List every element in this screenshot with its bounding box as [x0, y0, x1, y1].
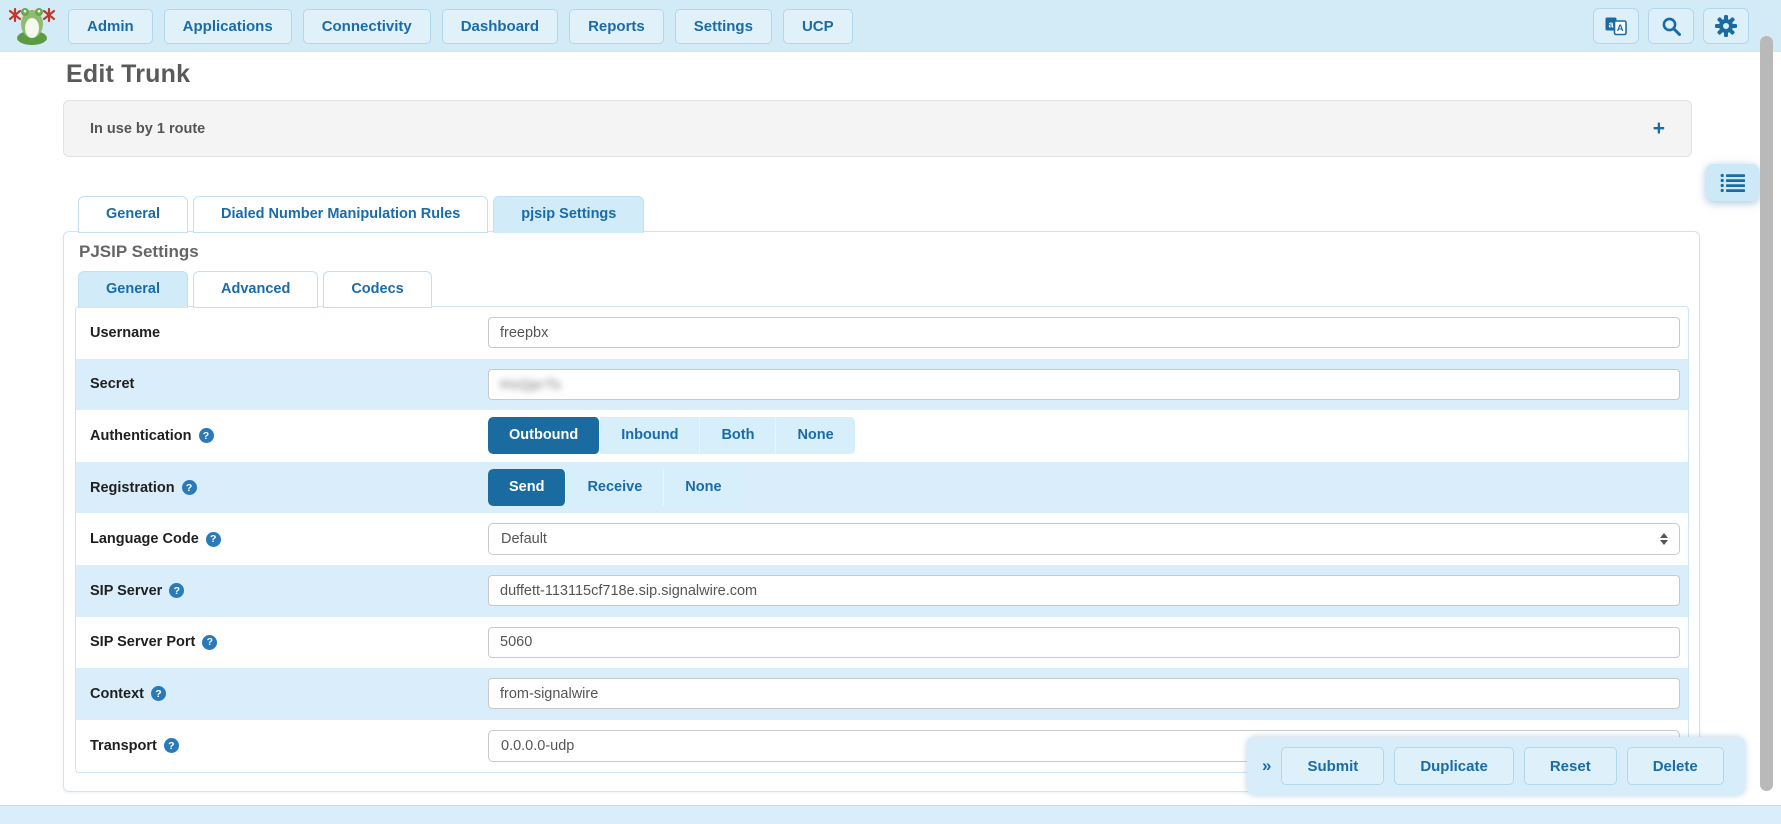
registration-label-text: Registration — [90, 480, 175, 496]
form-row-sip-server: SIP Server ? — [76, 565, 1688, 617]
help-icon[interactable]: ? — [202, 635, 217, 650]
language-code-value: Default — [501, 531, 547, 547]
footer-strip — [0, 805, 1781, 824]
language-icon: a A — [1604, 16, 1628, 36]
registration-buttonset: Send Receive None — [488, 469, 743, 506]
sip-server-port-input[interactable] — [488, 627, 1680, 658]
help-icon[interactable]: ? — [164, 738, 179, 753]
username-label: Username — [76, 325, 488, 341]
form-row-registration: Registration ? Send Receive None — [76, 462, 1688, 514]
vertical-scrollbar[interactable] — [1760, 36, 1773, 791]
registration-label: Registration ? — [76, 480, 488, 496]
authentication-buttonset: Outbound Inbound Both None — [488, 417, 855, 454]
language-code-label: Language Code ? — [76, 531, 488, 547]
nav-admin[interactable]: Admin — [68, 9, 153, 44]
sip-server-input[interactable] — [488, 575, 1680, 606]
usage-text: In use by 1 route — [90, 121, 205, 137]
sip-server-port-label-text: SIP Server Port — [90, 634, 195, 650]
sip-server-port-label: SIP Server Port ? — [76, 634, 488, 650]
collapse-actions-icon[interactable]: » — [1262, 756, 1271, 776]
context-label-text: Context — [90, 686, 144, 702]
form-row-sip-server-port: SIP Server Port ? — [76, 617, 1688, 669]
language-code-label-text: Language Code — [90, 531, 199, 547]
registration-none-button[interactable]: None — [664, 469, 742, 506]
nav-reports[interactable]: Reports — [569, 9, 664, 44]
subtab-codecs[interactable]: Codecs — [323, 271, 431, 308]
secret-label: Secret — [76, 376, 488, 392]
transport-label: Transport ? — [76, 738, 488, 754]
sip-server-label: SIP Server ? — [76, 583, 488, 599]
form-row-secret: Secret HsQprTs — [76, 359, 1688, 411]
submit-button[interactable]: Submit — [1281, 747, 1384, 785]
search-icon — [1661, 16, 1682, 37]
list-icon — [1720, 173, 1746, 193]
nav-applications[interactable]: Applications — [164, 9, 292, 44]
transport-label-text: Transport — [90, 738, 157, 754]
search-button[interactable] — [1648, 8, 1694, 44]
sip-server-label-text: SIP Server — [90, 583, 162, 599]
navbar-icon-group: a A — [1593, 8, 1749, 44]
form-row-username: Username — [76, 307, 1688, 359]
subtab-advanced[interactable]: Advanced — [193, 271, 318, 308]
page-title: Edit Trunk — [66, 60, 190, 89]
duplicate-button[interactable]: Duplicate — [1394, 747, 1514, 785]
nav-settings[interactable]: Settings — [675, 9, 772, 44]
help-icon[interactable]: ? — [199, 428, 214, 443]
context-input[interactable] — [488, 678, 1680, 709]
subtab-general[interactable]: General — [78, 271, 188, 308]
pjsip-subtabs: General Advanced Codecs — [78, 271, 437, 308]
tab-dialed-number-manipulation-rules[interactable]: Dialed Number Manipulation Rules — [193, 196, 488, 233]
language-button[interactable]: a A — [1593, 8, 1639, 44]
username-label-text: Username — [90, 325, 160, 341]
nav-dashboard[interactable]: Dashboard — [442, 9, 558, 44]
delete-button[interactable]: Delete — [1627, 747, 1724, 785]
gear-icon — [1715, 15, 1737, 37]
settings-button[interactable] — [1703, 8, 1749, 44]
transport-value: 0.0.0.0-udp — [501, 738, 574, 754]
help-icon[interactable]: ? — [206, 532, 221, 547]
authentication-inbound-button[interactable]: Inbound — [600, 417, 700, 454]
authentication-label-text: Authentication — [90, 428, 192, 444]
help-icon[interactable]: ? — [169, 583, 184, 598]
registration-receive-button[interactable]: Receive — [566, 469, 664, 506]
trunk-tabs: General Dialed Number Manipulation Rules… — [78, 196, 649, 233]
expand-icon[interactable]: + — [1653, 118, 1665, 139]
section-heading: PJSIP Settings — [79, 242, 199, 262]
form-action-bar: » Submit Duplicate Reset Delete — [1247, 737, 1745, 795]
form-row-authentication: Authentication ? Outbound Inbound Both N… — [76, 410, 1688, 462]
form-row-language-code: Language Code ? Default — [76, 513, 1688, 565]
reset-button[interactable]: Reset — [1524, 747, 1617, 785]
registration-send-button[interactable]: Send — [488, 469, 566, 506]
secret-redacted-value: HsQprTs — [500, 376, 561, 392]
authentication-both-button[interactable]: Both — [700, 417, 776, 454]
usage-panel[interactable]: In use by 1 route + — [63, 100, 1692, 157]
tab-general[interactable]: General — [78, 196, 188, 233]
tab-pjsip-settings[interactable]: pjsip Settings — [493, 196, 644, 233]
language-code-select[interactable]: Default — [488, 523, 1680, 555]
username-input[interactable] — [488, 317, 1680, 348]
help-icon[interactable]: ? — [182, 480, 197, 495]
freepbx-frog-logo[interactable] — [8, 4, 56, 48]
authentication-label: Authentication ? — [76, 428, 488, 444]
help-icon[interactable]: ? — [151, 686, 166, 701]
svg-text:A: A — [1617, 23, 1624, 34]
nav-connectivity[interactable]: Connectivity — [303, 9, 431, 44]
top-navbar: Admin Applications Connectivity Dashboar… — [0, 0, 1781, 52]
authentication-outbound-button[interactable]: Outbound — [488, 417, 600, 454]
select-stepper-icon — [1660, 533, 1668, 545]
secret-label-text: Secret — [90, 376, 134, 392]
form-row-context: Context ? — [76, 668, 1688, 720]
quick-nav-list-button[interactable] — [1706, 164, 1759, 201]
context-label: Context ? — [76, 686, 488, 702]
pjsip-general-form: Username Secret HsQprTs Authentication ?… — [75, 306, 1689, 773]
secret-input[interactable]: HsQprTs — [488, 369, 1680, 400]
authentication-none-button[interactable]: None — [776, 417, 854, 454]
nav-ucp[interactable]: UCP — [783, 9, 853, 44]
